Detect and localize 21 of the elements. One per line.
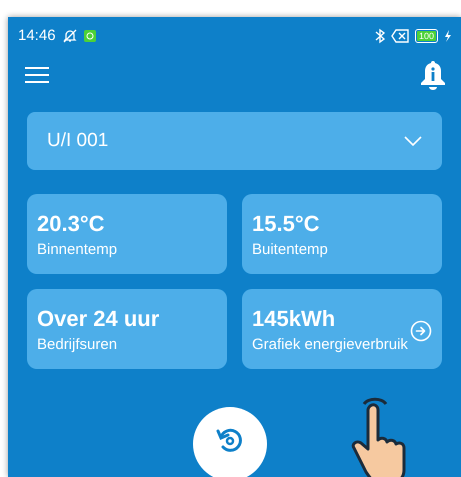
info-bell-icon[interactable] (419, 60, 447, 90)
stat-label: Bedrijfsuren (37, 335, 118, 355)
bluetooth-icon (374, 28, 385, 44)
stat-value: 20.3°C (37, 210, 106, 238)
app-notification-icon (84, 30, 96, 42)
chevron-down-icon (404, 136, 422, 146)
charging-bolt-icon (444, 30, 451, 42)
stat-value: Over 24 uur (37, 305, 160, 333)
status-time: 14:46 (18, 26, 56, 46)
stat-label: Binnentemp (37, 240, 118, 260)
unit-dropdown[interactable]: U/I 001 (27, 112, 442, 170)
stat-value: 145kWh (252, 305, 336, 333)
energy-card[interactable]: 145kWh Grafiek energieverbruik (242, 289, 442, 369)
muted-bell-icon (62, 28, 78, 44)
stat-label: Grafiek energieverbruik (252, 335, 409, 355)
arrow-right-circle-icon (410, 320, 432, 342)
no-sim-icon (390, 29, 409, 43)
stat-label: Buitentemp (252, 240, 329, 260)
stat-value: 15.5°C (252, 210, 321, 238)
menu-button[interactable] (25, 67, 49, 83)
battery-level: 100 (416, 31, 436, 41)
